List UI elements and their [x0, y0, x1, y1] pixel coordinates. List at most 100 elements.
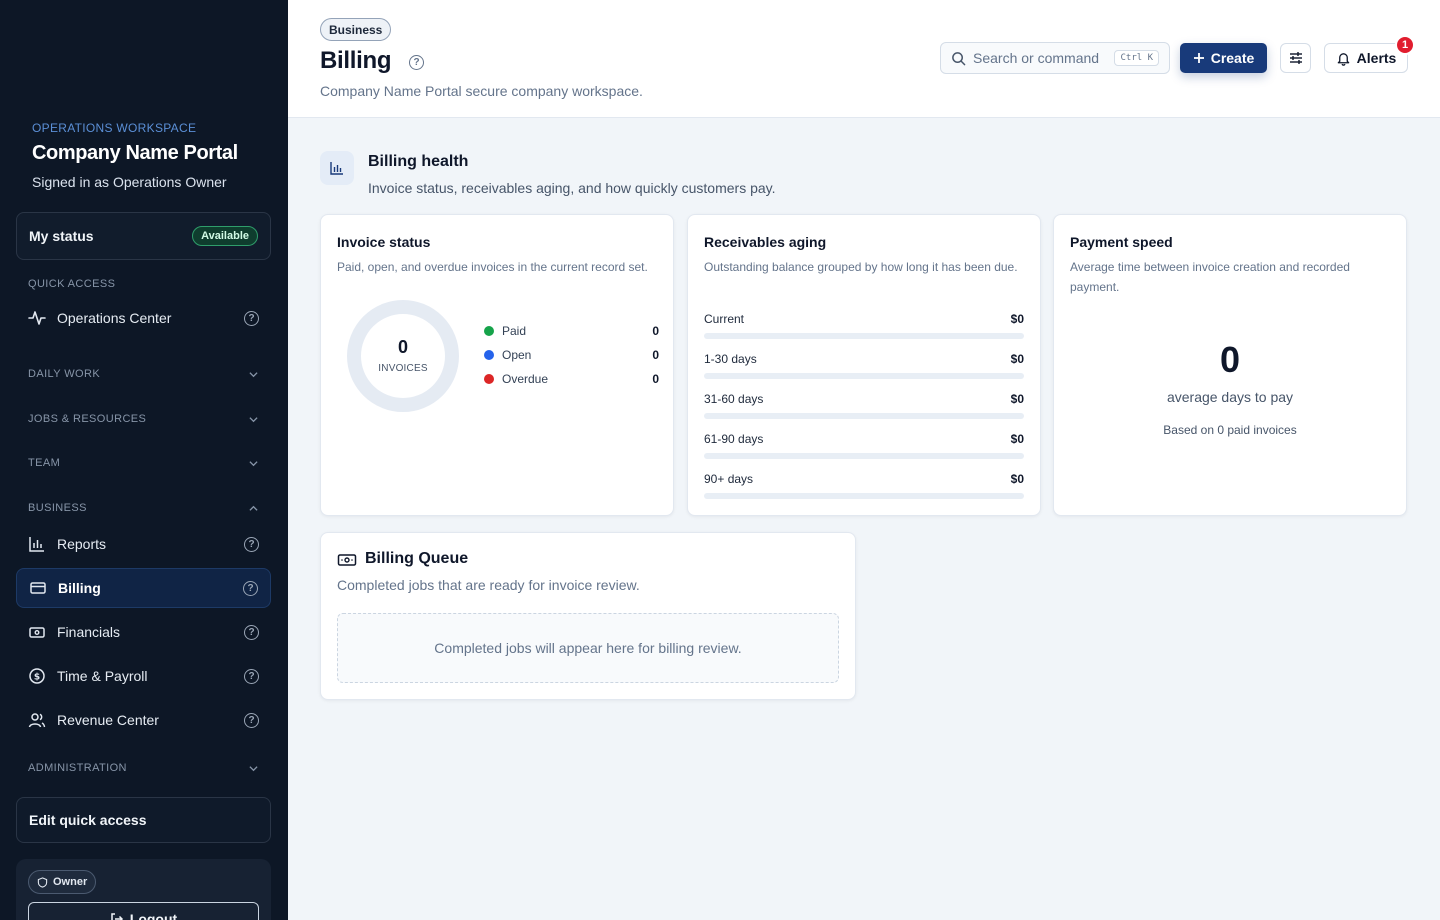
legend-item-overdue: Overdue 0 [484, 370, 659, 388]
signed-in-text: Signed in as Operations Owner [32, 174, 227, 190]
bar-chart-icon [28, 535, 46, 553]
search-input[interactable]: Search or command Ctrl K [940, 42, 1170, 74]
aging-bar [704, 493, 1024, 499]
legend-dot [484, 326, 494, 336]
section-jobs-resources-label: JOBS & RESOURCES [28, 413, 147, 425]
section-daily-work-label: DAILY WORK [28, 368, 101, 380]
legend-label: Paid [502, 324, 527, 338]
aging-bar [704, 453, 1024, 459]
search-icon [952, 51, 966, 65]
page-header: Business Billing ? Company Name Portal s… [288, 0, 1440, 118]
help-icon[interactable]: ? [244, 310, 259, 326]
dollar-circle-icon: $ [28, 667, 46, 685]
filters-button[interactable] [1280, 43, 1311, 73]
edit-quick-access-button[interactable]: Edit quick access [16, 797, 271, 843]
banknote-icon [28, 623, 46, 641]
section-administration[interactable]: ADMINISTRATION [28, 762, 258, 774]
sidebar-item-financials[interactable]: Financials ? [16, 612, 271, 652]
aging-bar [704, 333, 1024, 339]
banknote-icon [337, 552, 357, 573]
status-badge: Available [192, 226, 258, 246]
section-team[interactable]: TEAM [28, 457, 258, 469]
paid-invoices-basis: Based on 0 paid invoices [1163, 423, 1297, 437]
users-icon [28, 711, 46, 729]
average-days-label: average days to pay [1166, 389, 1294, 405]
page-title: Billing [320, 47, 392, 74]
chevron-up-icon [249, 505, 258, 511]
sidebar-item-time-payroll[interactable]: $ Time & Payroll ? [16, 656, 271, 696]
alerts-count-badge: 1 [1395, 35, 1415, 55]
legend-value: 0 [652, 324, 659, 338]
bar-chart-icon [320, 151, 354, 185]
logout-button[interactable]: Logout [28, 902, 259, 920]
average-days-value: 0 [1219, 339, 1241, 380]
invoice-total-label: INVOICES [378, 363, 428, 374]
section-business[interactable]: BUSINESS [28, 502, 258, 514]
plus-icon [1193, 53, 1204, 63]
alerts-label: Alerts [1356, 50, 1397, 66]
aging-bar [704, 373, 1024, 379]
breadcrumb[interactable]: Business [320, 18, 392, 41]
create-label: Create [1210, 50, 1255, 66]
section-team-label: TEAM [28, 457, 61, 469]
section-daily-work[interactable]: DAILY WORK [28, 368, 258, 380]
search-shortcut: Ctrl K [1114, 50, 1159, 66]
sidebar-item-billing[interactable]: Billing ? [16, 568, 271, 608]
section-subtitle: Invoice status, receivables aging, and h… [368, 180, 776, 196]
sidebar-item-label: Reports [57, 536, 107, 552]
card-subtitle: Outstanding balance grouped by how long … [704, 260, 1018, 274]
aging-amount: $0 [1010, 432, 1024, 446]
aging-label: 90+ days [704, 472, 754, 486]
logout-icon [111, 913, 123, 920]
section-jobs-resources[interactable]: JOBS & RESOURCES [28, 413, 258, 425]
aging-row-61-90: 61-90 days $0 [704, 432, 1024, 459]
logout-label: Logout [129, 911, 178, 920]
receivables-aging-card: Receivables aging Outstanding balance gr… [687, 214, 1041, 516]
sidebar-item-revenue-center[interactable]: Revenue Center ? [16, 700, 271, 740]
activity-icon [28, 309, 46, 327]
help-icon[interactable]: ? [244, 624, 259, 640]
my-status-control[interactable]: My status Available [16, 212, 271, 260]
create-button[interactable]: Create [1180, 43, 1267, 73]
bell-icon [1337, 52, 1349, 66]
page-subtitle: Company Name Portal secure company works… [320, 83, 643, 99]
shield-icon [37, 876, 48, 888]
chevron-down-icon [249, 371, 258, 377]
section-business-label: BUSINESS [28, 502, 87, 514]
help-icon[interactable]: ? [244, 668, 259, 684]
aging-label: 61-90 days [704, 432, 764, 446]
sidebar-item-label: Financials [57, 624, 121, 640]
sidebar-item-operations-center[interactable]: Operations Center ? [16, 298, 271, 338]
legend-item-paid: Paid 0 [484, 322, 659, 340]
card-subtitle: Average time between invoice creation an… [1070, 260, 1350, 294]
aging-label: 1-30 days [704, 352, 757, 366]
chevron-down-icon [249, 460, 258, 466]
aging-label: 31-60 days [704, 392, 764, 406]
aging-amount: $0 [1010, 472, 1024, 486]
aging-row-current: Current $0 [704, 312, 1024, 339]
sidebar-item-reports[interactable]: Reports ? [16, 524, 271, 564]
card-subtitle: Completed jobs that are ready for invoic… [337, 577, 640, 593]
chevron-down-icon [249, 416, 258, 422]
help-icon[interactable]: ? [243, 580, 258, 596]
aging-row-31-60: 31-60 days $0 [704, 392, 1024, 419]
sidebar: OPERATIONS WORKSPACE Company Name Portal… [0, 0, 288, 920]
aging-row-90-plus: 90+ days $0 [704, 472, 1024, 499]
legend-item-open: Open 0 [484, 346, 659, 364]
section-quick-access-label: QUICK ACCESS [28, 278, 116, 290]
section-quick-access: QUICK ACCESS [28, 278, 258, 290]
aging-amount: $0 [1010, 392, 1024, 406]
aging-amount: $0 [1010, 352, 1024, 366]
legend-label: Overdue [502, 372, 549, 386]
legend-label: Open [502, 348, 532, 362]
svg-text:$: $ [34, 673, 40, 683]
invoice-total: 0 [397, 337, 408, 357]
search-placeholder: Search or command [973, 50, 1100, 66]
aging-amount: $0 [1010, 312, 1024, 326]
section-administration-label: ADMINISTRATION [28, 762, 127, 774]
help-icon[interactable]: ? [409, 55, 424, 70]
help-icon[interactable]: ? [244, 712, 259, 728]
help-icon[interactable]: ? [244, 536, 259, 552]
my-status-label: My status [29, 228, 94, 244]
sidebar-item-label: Revenue Center [57, 712, 159, 728]
